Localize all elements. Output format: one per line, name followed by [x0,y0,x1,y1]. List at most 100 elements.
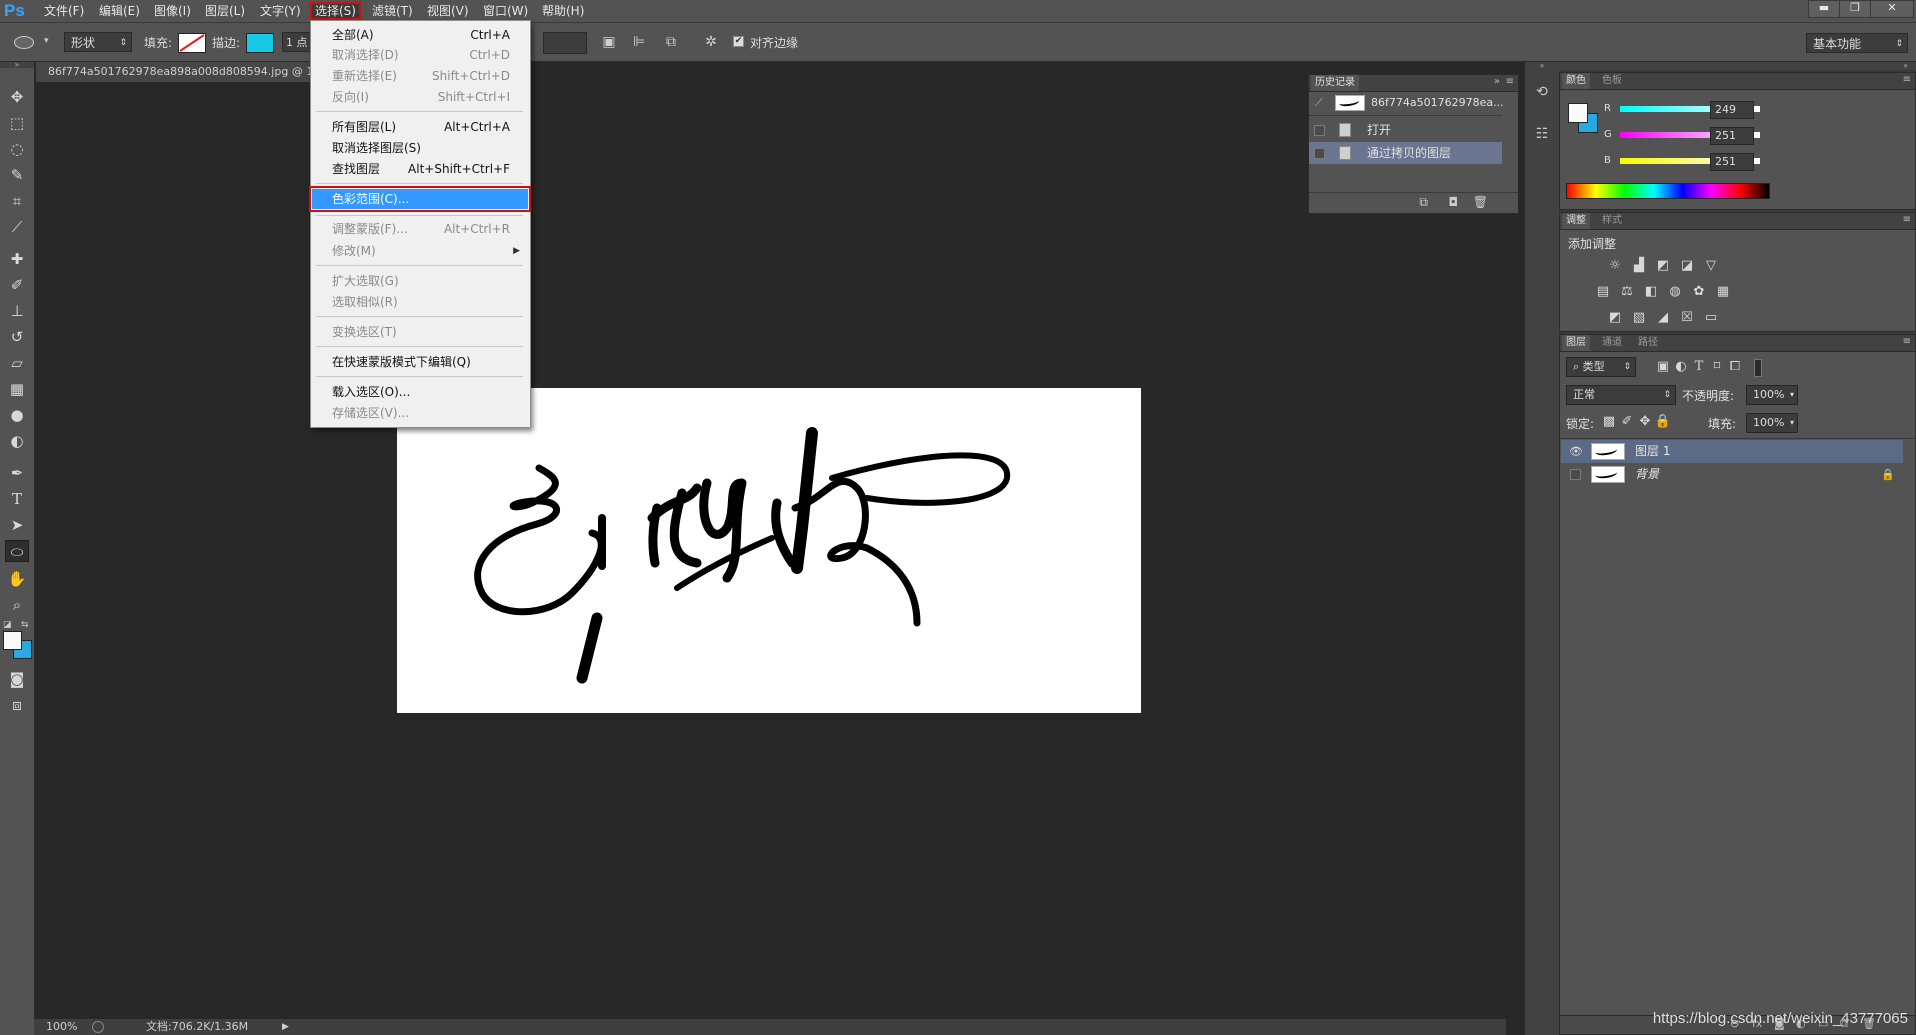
default-colors-icon[interactable]: ◪ [3,620,12,630]
eraser-tool-icon[interactable]: ▱ [5,352,29,374]
align-edges-checkbox[interactable]: ✔ [733,36,744,47]
menu-filter[interactable]: 滤镜(T) [368,3,417,19]
color-balance-icon[interactable]: ⚖ [1618,283,1636,301]
move-tool-icon[interactable]: ✥ [5,86,29,108]
zoom-tool-icon[interactable]: ⌕ [5,594,29,616]
collapse-icon[interactable]: » [1559,62,1916,70]
menu-edit[interactable]: 编辑(E) [95,3,144,19]
menu-item-load-selection[interactable]: 载入选区(O)... [312,382,528,402]
panel-menu-icon[interactable]: ≡ [1903,74,1911,85]
blue-value[interactable]: 251 [1710,153,1754,171]
brush-tool-icon[interactable]: ✐ [5,274,29,296]
restore-icon[interactable]: ❐ [1839,0,1871,18]
snapshot-thumbnail[interactable] [1335,95,1365,111]
dodge-tool-icon[interactable]: ◐ [5,430,29,452]
menu-item-modify[interactable]: 修改(M) ▶ [312,241,528,261]
menu-item-color-range[interactable]: 色彩范围(C)... [309,186,531,212]
foreground-color-swatch[interactable] [3,631,22,650]
fill-field[interactable]: 100% ▾ [1746,413,1798,433]
menu-item-select-all[interactable]: 全部(A) Ctrl+A [312,25,528,45]
swap-colors-icon[interactable]: ⇆ [21,620,29,630]
path-select-tool-icon[interactable]: ➤ [5,514,29,536]
collapse-icon[interactable]: » [1494,76,1500,87]
channel-mixer-icon[interactable]: ✿ [1690,283,1708,301]
filter-type-icon[interactable]: T [1690,358,1708,376]
layer-filter-select[interactable]: ⌕ 类型 ⇕ [1566,357,1636,377]
curves-icon[interactable]: ◩ [1654,257,1672,275]
trash-icon[interactable]: 🗑 [1473,195,1488,209]
threshold-icon[interactable]: ◢ [1654,309,1672,327]
gradient-map-icon[interactable]: ▭ [1702,309,1720,327]
menu-type[interactable]: 文字(Y) [256,3,305,19]
panel-menu-icon[interactable]: ≡ [1506,76,1514,87]
collapse-icon[interactable]: » [0,61,34,69]
tab-layers[interactable]: 图层 [1562,335,1590,351]
hand-tool-icon[interactable]: ✋ [5,568,29,590]
posterize-icon[interactable]: ▧ [1630,309,1648,327]
layer-row[interactable]: 背景 🔒 [1561,463,1903,486]
workspace-select[interactable]: 基本功能 ⇕ [1806,33,1908,53]
red-value[interactable]: 249 [1710,101,1754,119]
menu-select[interactable]: 选择(S) [310,2,361,20]
marquee-tool-icon[interactable]: ⬚ [5,112,29,134]
menu-item-reselect[interactable]: 重新选择(E) Shift+Ctrl+D [312,66,528,86]
stroke-swatch[interactable] [246,33,274,53]
color-lookup-icon[interactable]: ▦ [1714,283,1732,301]
menu-image[interactable]: 图像(I) [150,3,195,19]
properties-panel-icon[interactable]: ☷ [1532,126,1552,146]
layer-name[interactable]: 背景 [1635,463,1659,486]
clone-stamp-tool-icon[interactable]: ⊥ [5,300,29,322]
menu-view[interactable]: 视图(V) [423,3,473,19]
gradient-tool-icon[interactable]: ▦ [5,378,29,400]
menu-item-transform-selection[interactable]: 变换选区(T) [312,322,528,342]
tab-paths[interactable]: 路径 [1634,335,1662,351]
status-info-icon[interactable] [92,1021,104,1033]
filter-pixel-icon[interactable]: ▣ [1654,358,1672,376]
ellipse-tool-icon[interactable]: ⬭ [5,540,29,562]
camera-icon[interactable]: ◘ [1449,195,1459,209]
menu-item-quick-mask[interactable]: 在快速蒙版模式下编辑(Q) [312,352,528,372]
panel-menu-icon[interactable]: ≡ [1903,214,1911,225]
screen-mode-icon[interactable]: ⧈ [5,694,29,716]
quick-select-tool-icon[interactable]: ✎ [5,164,29,186]
menu-item-similar[interactable]: 选取相似(R) [312,292,528,312]
invert-icon[interactable]: ◩ [1606,309,1624,327]
filter-toggle[interactable] [1754,359,1762,377]
color-spectrum-bar[interactable] [1566,183,1770,199]
close-icon[interactable]: ✕ [1870,0,1914,18]
filter-shape-icon[interactable]: ⌑ [1708,358,1726,376]
hue-saturation-icon[interactable]: ▤ [1594,283,1612,301]
visibility-toggle[interactable] [1570,469,1581,480]
layer-name[interactable]: 图层 1 [1635,440,1670,463]
history-step[interactable]: 打开 [1309,119,1502,141]
green-value[interactable]: 251 [1710,127,1754,145]
path-alignment-icon[interactable]: ⊫ [630,33,648,51]
collapse-icon[interactable]: « [1525,62,1559,70]
status-menu-arrow-icon[interactable]: ▶ [282,1019,289,1035]
tab-swatches[interactable]: 色板 [1598,73,1626,89]
filter-smart-object-icon[interactable]: ⧠ [1726,358,1744,376]
zoom-level[interactable]: 100% [46,1019,77,1035]
new-document-from-state-icon[interactable]: ⧉ [1419,195,1428,210]
foreground-color-swatch[interactable] [1568,103,1588,123]
document-canvas[interactable] [397,388,1141,713]
menu-item-save-selection[interactable]: 存储选区(V)... [312,403,528,423]
photo-filter-icon[interactable]: ◍ [1666,283,1684,301]
filter-adjustment-icon[interactable]: ◐ [1672,358,1690,376]
tab-styles[interactable]: 样式 [1598,213,1626,229]
snapshot-name[interactable]: 86f774a501762978ea... [1371,96,1504,109]
lock-image-icon[interactable]: ✐ [1618,413,1636,431]
tab-adjustments[interactable]: 调整 [1562,213,1590,229]
chevron-down-icon[interactable]: ▾ [44,36,49,46]
tab-channels[interactable]: 通道 [1598,335,1626,351]
blur-tool-icon[interactable]: ● [5,404,29,426]
history-brush-tool-icon[interactable]: ↺ [5,326,29,348]
path-arrangement-icon[interactable]: ⧉ [662,33,680,51]
black-white-icon[interactable]: ◧ [1642,283,1660,301]
vibrance-icon[interactable]: ▽ [1702,257,1720,275]
eye-icon[interactable]: 👁 [1569,440,1583,463]
history-panel-icon[interactable]: ⟲ [1532,84,1552,104]
path-operations-icon[interactable]: ▣ [600,33,618,51]
brightness-icon[interactable]: ☼ [1606,257,1624,275]
menu-item-all-layers[interactable]: 所有图层(L) Alt+Ctrl+A [312,117,528,137]
